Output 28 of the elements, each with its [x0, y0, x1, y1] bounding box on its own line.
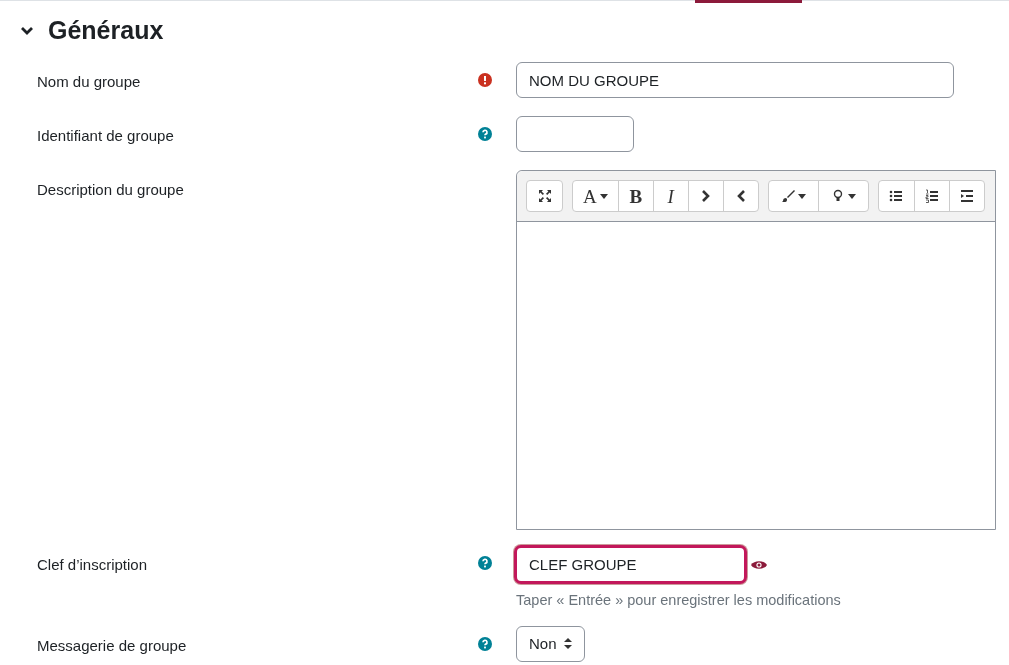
text-field[interactable]	[516, 116, 634, 152]
select-field[interactable]: Non	[516, 625, 585, 662]
toolbar-button[interactable]: I	[652, 181, 688, 211]
field-label: Nom du groupe	[36, 72, 142, 92]
field-label: Clef d’inscription	[36, 555, 149, 575]
bulleted-list-icon	[889, 189, 904, 203]
sort-icon	[563, 638, 572, 650]
caret-icon	[599, 193, 608, 199]
help-icon[interactable]	[478, 127, 492, 141]
toolbar-button[interactable]: A	[573, 181, 618, 211]
field-label: Messagerie de groupe	[36, 635, 188, 656]
field-hint: Taper « Entrée » pour enregistrer les modifications	[516, 591, 842, 610]
help-icon[interactable]	[478, 636, 492, 651]
indent-icon	[959, 189, 974, 203]
field-label: Description du groupe	[36, 180, 185, 200]
numbered-list-icon	[924, 189, 939, 203]
caret-icon	[847, 193, 856, 199]
expand-icon	[537, 189, 552, 203]
chevron-down-icon[interactable]	[20, 26, 34, 36]
brush-icon	[780, 189, 795, 203]
eye-icon[interactable]	[751, 559, 767, 570]
text-field[interactable]: NOM DU GROUPE	[516, 62, 954, 98]
toolbar-button[interactable]: B	[617, 181, 653, 211]
section-title: Généraux	[48, 15, 164, 47]
help-icon[interactable]	[478, 556, 492, 570]
password-field[interactable]: CLEF GROUPE	[514, 545, 747, 584]
field-label: Identifiant de groupe	[36, 126, 175, 146]
caret-icon	[797, 193, 806, 199]
